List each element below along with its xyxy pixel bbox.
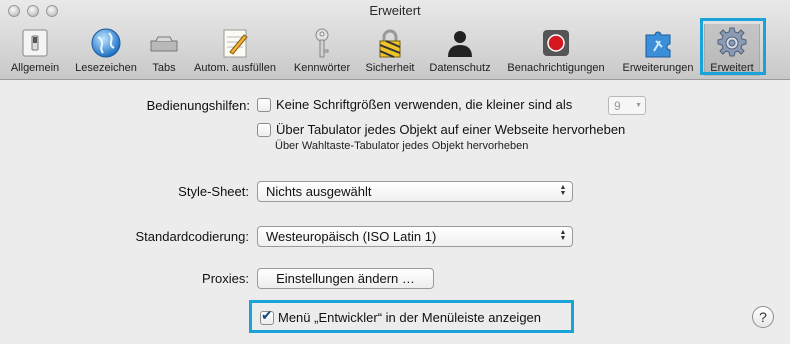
toolbar-item-erweitert[interactable]: Erweitert	[704, 24, 760, 76]
encoding-popup[interactable]: Westeuropäisch (ISO Latin 1) ▲ ▼	[257, 226, 573, 247]
min-font-size-select[interactable]: 9 ▼	[608, 96, 646, 115]
help-label: ?	[759, 309, 767, 325]
switch-icon	[22, 29, 48, 57]
advanced-preferences-pane: Bedienungshilfen: Keine Schriftgrößen ve…	[0, 81, 790, 344]
encoding-value: Westeuropäisch (ISO Latin 1)	[266, 229, 437, 244]
toolbar-item-lesezeichen[interactable]: Lesezeichen	[69, 24, 143, 76]
tab-highlight-hint: Über Wahltaste-Tabulator jedes Objekt he…	[275, 140, 529, 152]
toolbar-label: Erweitert	[710, 62, 754, 74]
toolbar-item-benachrichtigungen[interactable]: Benachrichtigungen	[503, 24, 609, 76]
updown-arrows-icon: ▲ ▼	[559, 229, 567, 242]
globe-icon	[91, 28, 121, 58]
toolbar-label: Autom. ausfüllen	[194, 62, 276, 74]
toolbar-label: Kennwörter	[293, 62, 351, 74]
puzzle-icon	[645, 31, 671, 58]
develop-menu-option: Menü „Entwickler“ in der Menüleiste anze…	[260, 308, 542, 325]
proxies-label: Proxies:	[202, 271, 249, 286]
updown-arrows-icon: ▲ ▼	[559, 184, 567, 197]
tab-highlight-checkbox[interactable]	[257, 122, 271, 137]
toolbar-label: Sicherheit	[365, 62, 415, 74]
help-button[interactable]: ?	[752, 306, 774, 328]
padlock-icon	[379, 29, 401, 58]
record-icon	[543, 30, 569, 56]
toolbar-label: Benachrichtigungen	[507, 62, 605, 74]
toolbar-label: Tabs	[152, 62, 176, 74]
toolbar-label: Lesezeichen	[75, 62, 137, 74]
key-icon	[315, 28, 329, 58]
toolbar-label: Erweiterungen	[622, 62, 694, 74]
toolbar-item-sicherheit[interactable]: Sicherheit	[361, 24, 419, 76]
toolbar-item-kennwoerter[interactable]: Kennwörter	[290, 24, 354, 76]
min-font-size-option: Keine Schriftgrößen verwenden, die klein…	[257, 97, 572, 112]
develop-menu-label: Menü „Entwickler“ in der Menüleiste anze…	[278, 310, 542, 325]
stylesheet-value: Nichts ausgewählt	[266, 184, 372, 199]
tab-highlight-option: Über Tabulator jedes Objekt auf einer We…	[257, 122, 625, 137]
toolbar-item-datenschutz[interactable]: Datenschutz	[424, 24, 496, 76]
window-titlebar: Erweitert Allgemein Lesezeichen Tabs Aut…	[0, 0, 790, 80]
toolbar-item-erweiterungen[interactable]: Erweiterungen	[617, 24, 699, 76]
proxies-button-label: Einstellungen ändern …	[276, 271, 415, 286]
tab-highlight-label: Über Tabulator jedes Objekt auf einer We…	[276, 122, 626, 137]
encoding-label: Standardcodierung:	[135, 229, 249, 244]
min-font-size-label: Keine Schriftgrößen verwenden, die klein…	[276, 97, 573, 112]
min-font-size-checkbox[interactable]	[257, 97, 271, 112]
person-silhouette-icon	[448, 31, 472, 57]
proxies-settings-button[interactable]: Einstellungen ändern …	[257, 268, 434, 289]
toolbar-item-allgemein[interactable]: Allgemein	[4, 24, 66, 76]
pencil-form-icon	[223, 29, 248, 58]
accessibility-label: Bedienungshilfen:	[146, 98, 250, 113]
stylesheet-popup[interactable]: Nichts ausgewählt ▲ ▼	[257, 181, 573, 202]
preferences-toolbar: Allgemein Lesezeichen Tabs Autom. ausfül…	[0, 22, 790, 78]
toolbar-label: Datenschutz	[429, 62, 491, 74]
toolbar-label: Allgemein	[10, 62, 60, 74]
chevron-down-icon: ▼	[635, 102, 642, 109]
develop-menu-checkbox[interactable]	[260, 308, 274, 325]
toolbar-item-tabs[interactable]: Tabs	[146, 24, 182, 76]
toolbar-item-autofill[interactable]: Autom. ausfüllen	[186, 24, 284, 76]
window-title: Erweitert	[369, 3, 421, 18]
min-font-size-value: 9	[614, 99, 621, 113]
stylesheet-label: Style-Sheet:	[178, 184, 249, 199]
gear-icon	[717, 27, 747, 57]
tabs-icon	[150, 36, 178, 52]
